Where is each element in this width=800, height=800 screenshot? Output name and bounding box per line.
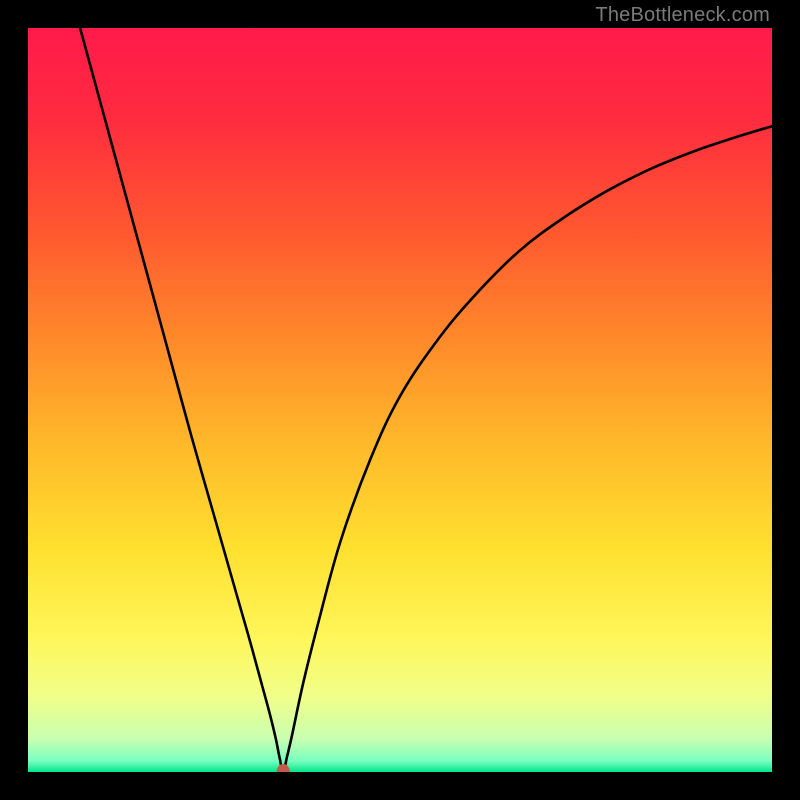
optimum-marker [276,764,289,772]
bottleneck-curve [80,28,772,772]
plot-area [28,28,772,772]
curve-layer [28,28,772,772]
chart-frame: TheBottleneck.com [0,0,800,800]
watermark-text: TheBottleneck.com [595,4,770,27]
